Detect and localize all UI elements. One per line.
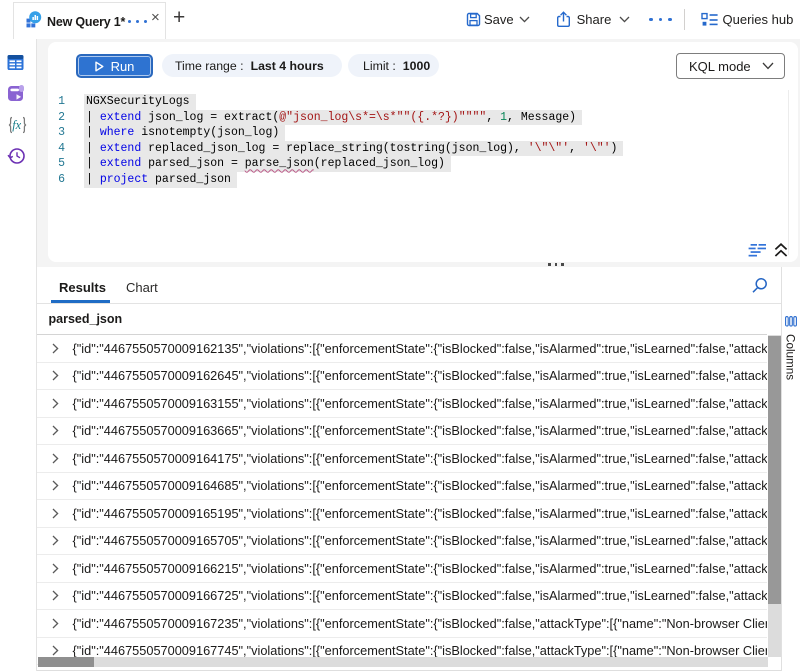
svg-text:fx: fx	[12, 118, 21, 132]
